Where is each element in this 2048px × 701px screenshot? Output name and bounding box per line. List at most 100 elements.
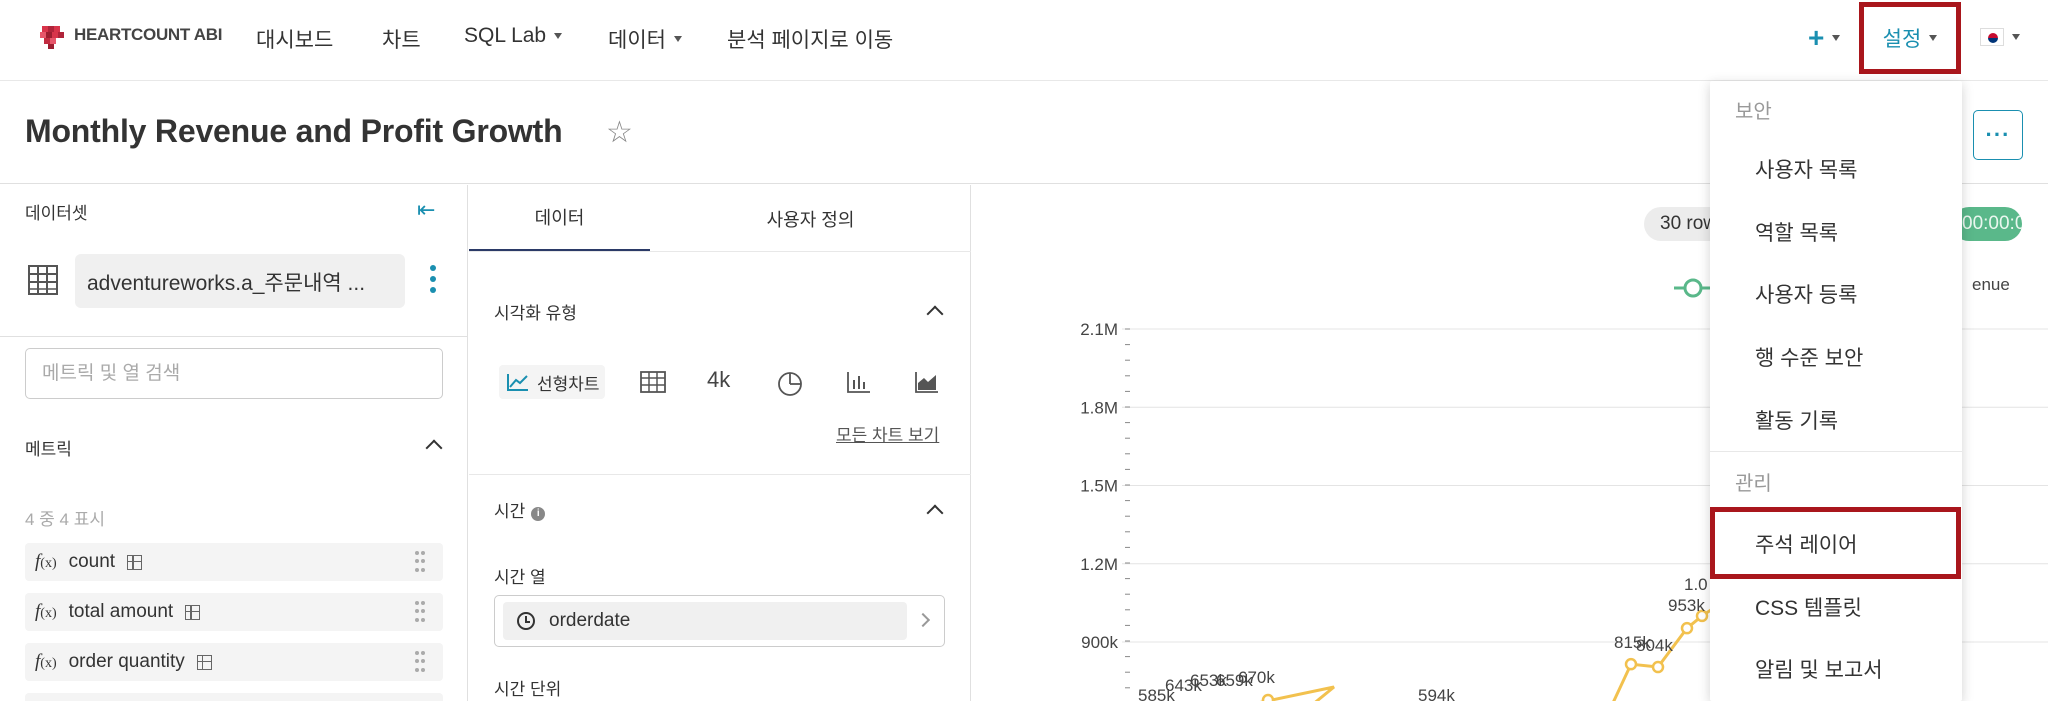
favorite-star-icon[interactable]: ☆ [606,115,633,150]
menu-item-user-list[interactable]: 사용자 목록 [1755,154,1857,184]
metric-label: order quantity [68,651,185,672]
divider [469,251,971,252]
heart-logo-icon [40,26,64,49]
caret-down-icon [1929,35,1938,41]
view-all-charts-link[interactable]: 모든 차트 보기 [836,421,939,446]
function-icon: f(x) [35,601,57,622]
chart-config-panel: 데이터 사용자 정의 시각화 유형 선형차트 4k 모든 차트 보기 시간 i … [469,185,971,701]
time-section-title: 시간 i [494,497,546,522]
new-item-button[interactable]: + [1808,22,1841,54]
time-column-select[interactable]: orderdate [494,595,945,647]
table-small-icon [185,604,201,620]
time-section-label: 시간 [494,502,526,521]
nav-chart-label: 차트 [382,29,421,52]
function-icon: f(x) [35,551,57,572]
settings-menu-button[interactable]: 설정 [1859,2,1961,74]
vis-type-label: 선형차트 [537,374,600,394]
nav-sql-lab[interactable]: SQL Lab [464,24,563,48]
table-icon [28,265,58,295]
menu-item-user-register[interactable]: 사용자 등록 [1755,279,1857,309]
brand-name: HEARTCOUNT ABI [74,25,223,44]
nav-data-label: 데이터 [608,29,666,52]
metric-item-order-quantity[interactable]: f(x) order quantity [25,643,443,681]
menu-item-action-log[interactable]: 활동 기록 [1755,405,1838,435]
nav-dashboard[interactable]: 대시보드 [256,24,333,54]
chevron-up-icon[interactable] [926,305,944,323]
divider [469,474,971,475]
table-small-icon [127,554,143,570]
bar-chart-icon[interactable] [847,371,871,393]
nav-data[interactable]: 데이터 [608,24,682,54]
settings-label: 설정 [1882,28,1922,51]
data-point [1680,621,1694,635]
dataset-kebab-icon[interactable] [430,265,436,293]
menu-item-alerts-reports[interactable]: 알림 및 보고서 [1755,654,1883,684]
clock-icon [517,612,535,630]
chevron-up-icon[interactable] [425,439,443,457]
metric-item-total-amount[interactable]: f(x) total amount [25,593,443,631]
tab-custom-label: 사용자 정의 [766,209,855,230]
metric-item-count[interactable]: f(x) count [25,543,443,581]
drag-handle-icon[interactable] [415,651,425,673]
brand-logo[interactable]: HEARTCOUNT ABI [38,20,222,50]
chevron-right-icon[interactable] [915,612,931,628]
more-options-button[interactable]: ··· [1973,110,2023,160]
y-tick-label: 1.8M [1080,398,1118,417]
caret-down-icon [2012,34,2020,40]
security-group-header: 보안 [1735,101,1772,123]
table-small-icon [196,654,212,670]
nav-go-analysis[interactable]: 분석 페이지로 이동 [727,24,893,54]
data-label: 670k [1238,668,1275,687]
y-tick-label: 2.1M [1080,320,1118,339]
divider [1710,451,1962,452]
tab-data[interactable]: 데이터 [469,185,650,252]
tab-custom[interactable]: 사용자 정의 [650,185,971,252]
page-title[interactable]: Monthly Revenue and Profit Growth [25,113,563,150]
nav-dashboard-label: 대시보드 [256,29,334,52]
top-navbar: HEARTCOUNT ABI 대시보드 차트 SQL Lab 데이터 분석 페이… [0,0,2048,81]
time-column-label: 시간 열 [494,568,546,587]
vis-type-line-chart[interactable]: 선형차트 [499,365,605,399]
dataset-selector[interactable]: adventureworks.a_주문내역 ... [75,254,405,308]
language-selector[interactable] [1980,28,2020,46]
y-tick-label: 900k [1081,633,1118,652]
data-label: 953k [1668,596,1705,615]
manage-group-header: 관리 [1735,473,1772,495]
collapse-panel-icon[interactable]: ⇤ [417,197,435,223]
drag-handle-icon[interactable] [415,551,425,573]
nav-sql-lab-label: SQL Lab [464,24,547,47]
table-chart-icon[interactable] [640,371,666,393]
y-tick-label: 1.5M [1080,477,1118,496]
drag-handle-icon[interactable] [415,601,425,623]
metric-item-partial[interactable] [25,693,443,701]
chevron-up-icon[interactable] [926,504,944,522]
info-icon[interactable]: i [531,507,546,521]
menu-item-row-level-security[interactable]: 행 수준 보안 [1755,342,1863,372]
area-chart-icon[interactable] [915,371,939,393]
metric-label: count [68,551,116,572]
time-column-value: orderdate [549,610,631,631]
menu-item-role-list[interactable]: 역할 목록 [1755,217,1838,247]
y-tick-label: 1.2M [1080,555,1118,574]
pie-chart-icon[interactable] [777,371,803,397]
settings-dropdown-menu: 보안 사용자 목록 역할 목록 사용자 등록 행 수준 보안 활동 기록 관리 … [1710,81,1962,701]
time-column-chip[interactable]: orderdate [503,602,907,640]
tab-data-label: 데이터 [534,208,585,228]
nav-chart[interactable]: 차트 [382,24,421,54]
caret-down-icon [554,33,563,39]
caret-down-icon [673,36,682,42]
legend-series-label[interactable]: enue [1972,275,2010,295]
caret-down-icon [1832,35,1841,41]
divider [0,336,467,337]
series-line-fragment [1259,685,1335,701]
big-number-icon[interactable]: 4k [707,367,730,393]
line-chart-icon [507,374,528,391]
visualization-type-title: 시각화 유형 [494,304,577,323]
dataset-header: 데이터셋 [25,204,88,223]
data-point [1651,660,1665,674]
korea-flag-icon [1980,28,2004,46]
metric-column-search-input[interactable] [25,348,443,399]
metrics-section-title: 메트릭 [25,440,72,459]
menu-item-css-templates[interactable]: CSS 템플릿 [1755,592,1862,622]
data-label: 594k [1418,686,1455,701]
